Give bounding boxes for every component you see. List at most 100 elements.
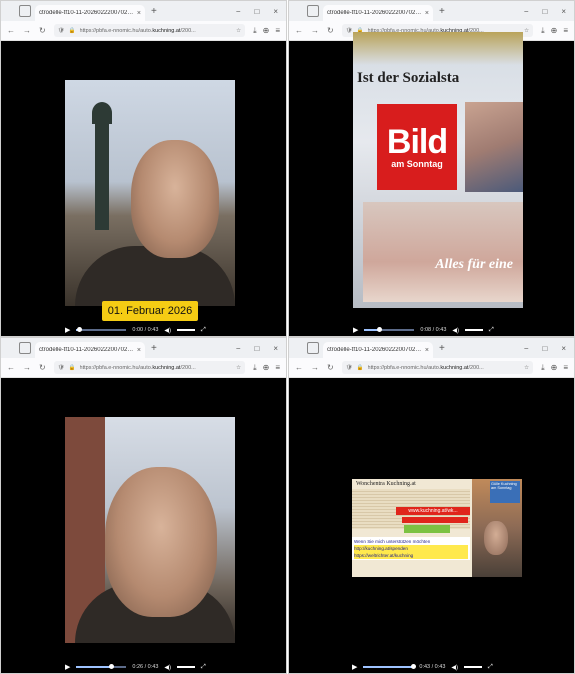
address-bar[interactable]: 🛡 🔒 https://pbfa.e-nnomic.hu/auto.kuchni… — [53, 361, 246, 374]
forward-icon[interactable]: → — [311, 26, 319, 35]
minimize-icon[interactable]: − — [236, 7, 241, 16]
forward-icon[interactable]: → — [23, 26, 31, 35]
back-icon[interactable]: ← — [7, 363, 15, 372]
minimize-icon[interactable]: − — [236, 344, 241, 353]
volume-icon[interactable]: ◀) — [164, 664, 171, 671]
reload-icon[interactable]: ↻ — [39, 363, 46, 372]
tab-list-icon[interactable] — [307, 342, 319, 354]
fullscreen-icon[interactable]: ⤢ — [201, 327, 206, 334]
browser-tab[interactable]: ctrodelle-tf10-11-2026022200702.mp4 × — [35, 342, 145, 358]
close-tab-icon[interactable]: × — [137, 347, 141, 354]
reload-icon[interactable]: ↻ — [39, 26, 46, 35]
forward-icon[interactable]: → — [311, 363, 319, 372]
menu-icon[interactable]: ≡ — [275, 363, 280, 373]
volume-slider[interactable] — [177, 666, 196, 668]
volume-icon[interactable]: ◀) — [164, 327, 171, 334]
play-icon[interactable]: ▶ — [352, 663, 357, 671]
caption-link: http://kuchning.at/spenden — [354, 545, 468, 552]
tab-strip: ctrodelle-tf10-11-2026022200702.mp4 × + … — [1, 338, 286, 358]
menu-icon[interactable]: ≡ — [563, 363, 568, 373]
minimize-icon[interactable]: − — [524, 344, 529, 353]
menu-icon[interactable]: ≡ — [275, 26, 280, 36]
maximize-icon[interactable]: □ — [542, 344, 547, 353]
maximize-icon[interactable]: □ — [542, 7, 547, 16]
caption-line: Wenn Sie mich unterstützen möchten — [354, 539, 431, 544]
bookmark-star-icon[interactable]: ☆ — [236, 28, 241, 34]
browser-tab[interactable]: ctrodelle-tf10-11-2026022200702.mp4 × — [35, 5, 145, 21]
tab-list-icon[interactable] — [19, 342, 31, 354]
clock-tower — [95, 120, 109, 230]
browser-window-4: ctrodelle-tf10-11-2026022200702.mp4 × + … — [288, 337, 575, 674]
back-icon[interactable]: ← — [7, 26, 15, 35]
bild-word: Bild — [386, 123, 448, 161]
close-window-icon[interactable]: × — [561, 344, 566, 353]
volume-icon[interactable]: ◀) — [452, 327, 459, 334]
download-icon[interactable]: ⤓ — [541, 363, 545, 373]
seek-bar[interactable] — [364, 327, 415, 332]
volume-slider[interactable] — [177, 329, 196, 331]
fullscreen-icon[interactable]: ⤢ — [488, 664, 493, 671]
minimize-icon[interactable]: − — [524, 7, 529, 16]
maximize-icon[interactable]: □ — [254, 344, 259, 353]
nav-bar: ← → ↻ 🛡 🔒 https://pbfa.e-nnomic.hu/auto.… — [1, 21, 286, 41]
extensions-icon[interactable]: ⊕ — [263, 363, 270, 373]
tab-list-icon[interactable] — [307, 5, 319, 17]
seek-bar[interactable] — [76, 664, 127, 669]
back-icon[interactable]: ← — [295, 26, 303, 35]
close-tab-icon[interactable]: × — [137, 10, 141, 17]
tab-title: ctrodelle-tf10-11-2026022200702.mp4 — [327, 10, 422, 16]
extensions-icon[interactable]: ⊕ — [551, 363, 558, 373]
download-icon[interactable]: ⤓ — [253, 363, 257, 373]
volume-icon[interactable]: ◀) — [451, 664, 458, 671]
volume-slider[interactable] — [465, 329, 484, 331]
back-icon[interactable]: ← — [295, 363, 303, 372]
new-tab-icon[interactable]: + — [439, 6, 445, 17]
extensions-icon[interactable]: ⊕ — [263, 26, 270, 36]
address-bar[interactable]: 🛡 🔒 https://pbfa.e-nnomic.hu/auto.kuchni… — [341, 361, 534, 374]
fullscreen-icon[interactable]: ⤢ — [489, 327, 494, 334]
maximize-icon[interactable]: □ — [254, 7, 259, 16]
extensions-icon[interactable]: ⊕ — [551, 26, 558, 36]
seek-bar[interactable] — [363, 664, 416, 669]
play-icon[interactable]: ▶ — [353, 326, 358, 334]
play-icon[interactable]: ▶ — [65, 663, 70, 671]
reload-icon[interactable]: ↻ — [327, 363, 334, 372]
browser-window-3: ctrodelle-tf10-11-2026022200702.mp4 × + … — [0, 337, 287, 674]
menu-icon[interactable]: ≡ — [563, 26, 568, 36]
video-frame[interactable]: Ist der Sozialsta Bild am Sonntag Alles … — [353, 32, 523, 308]
browser-tab[interactable]: ctrodelle-tf10-11-2026022200702.mp4 × — [323, 5, 433, 21]
close-tab-icon[interactable]: × — [425, 10, 429, 17]
seek-bar[interactable] — [76, 327, 127, 332]
fullscreen-icon[interactable]: ⤢ — [201, 664, 206, 671]
address-bar[interactable]: 🛡 🔒 https://pbfa.e-nnomic.hu/auto.kuchni… — [53, 24, 246, 37]
close-window-icon[interactable]: × — [273, 7, 278, 16]
video-frame[interactable] — [65, 417, 235, 643]
play-icon[interactable]: ▶ — [65, 326, 70, 334]
page-viewport: ▶ 0:26 / 0:43 ◀) ⤢ — [1, 379, 286, 673]
tab-strip: ctrodelle-tf10-11-2026022200702.mp4 × + … — [289, 1, 574, 21]
reload-icon[interactable]: ↻ — [327, 26, 334, 35]
close-window-icon[interactable]: × — [561, 7, 566, 16]
new-tab-icon[interactable]: + — [151, 343, 157, 354]
new-tab-icon[interactable]: + — [439, 343, 445, 354]
close-window-icon[interactable]: × — [273, 344, 278, 353]
new-tab-icon[interactable]: + — [151, 6, 157, 17]
tab-strip: ctrodelle-tf10-11-2026022200702.mp4 × + … — [289, 338, 574, 358]
collage-green-strip — [404, 525, 450, 533]
download-icon[interactable]: ⤓ — [253, 26, 257, 36]
tab-list-icon[interactable] — [19, 5, 31, 17]
shield-icon: 🛡 — [345, 27, 353, 34]
bookmark-star-icon[interactable]: ☆ — [524, 365, 529, 371]
bookmark-star-icon[interactable]: ☆ — [236, 365, 241, 371]
nav-bar: ← → ↻ 🛡 🔒 https://pbfa.e-nnomic.hu/auto.… — [289, 358, 574, 378]
video-frame[interactable] — [65, 80, 235, 306]
video-frame[interactable]: Wonchentra Kuchning.at www.kuchning.at/w… — [352, 479, 522, 577]
window-controls: − □ × — [236, 7, 286, 16]
download-icon[interactable]: ⤓ — [541, 26, 545, 36]
close-tab-icon[interactable]: × — [425, 347, 429, 354]
volume-slider[interactable] — [464, 666, 483, 668]
forward-icon[interactable]: → — [23, 363, 31, 372]
browser-tab[interactable]: ctrodelle-tf10-11-2026022200702.mp4 × — [323, 342, 433, 358]
bookmark-star-icon[interactable]: ☆ — [524, 28, 529, 34]
tab-title: ctrodelle-tf10-11-2026022200702.mp4 — [39, 347, 134, 353]
